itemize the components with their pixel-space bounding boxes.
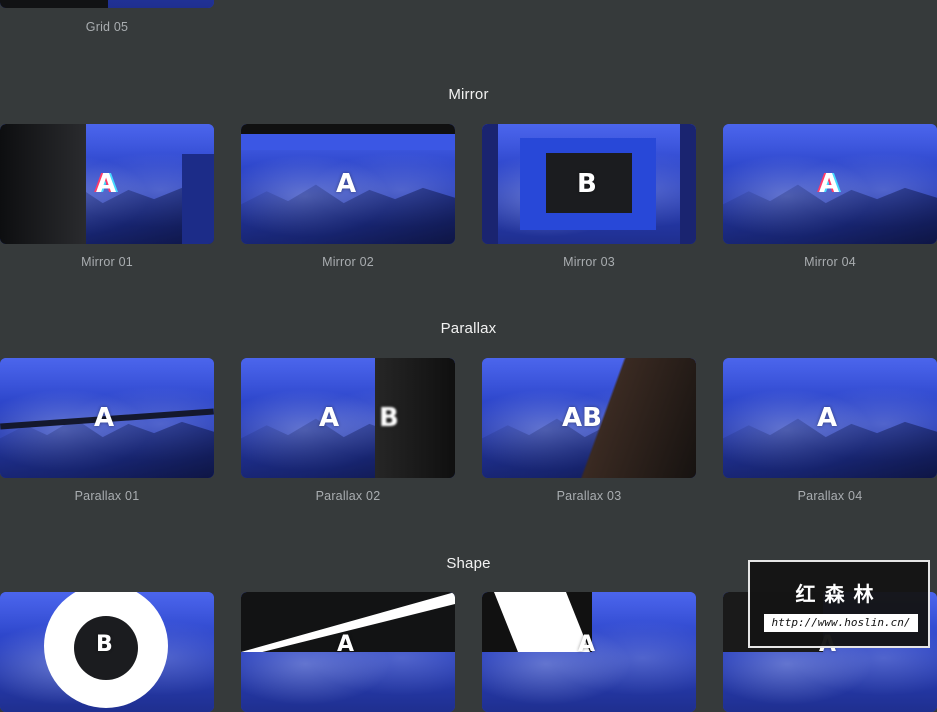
mirror-02-caption: Mirror 02 [322,255,374,269]
transition-letter: A [819,169,840,199]
dark-panel [482,124,498,244]
shape-01-thumbnail[interactable]: B [0,592,214,712]
parallax-04-thumbnail[interactable]: A [723,358,937,478]
watermark-logo: 红森林 http://www.hoslin.cn/ [748,560,930,648]
transition-letter: A [96,169,117,199]
mirror-03-caption: Mirror 03 [563,255,615,269]
mirror-01-caption: Mirror 01 [81,255,133,269]
transition-letter: AB [562,403,602,433]
parallax-02-caption: Parallax 02 [315,489,381,503]
parallax-02-thumbnail[interactable]: A B [241,358,455,478]
shape-03-thumbnail[interactable]: A [482,592,696,712]
mirror-01-thumbnail[interactable]: A [0,124,214,244]
dark-panel [241,134,455,150]
watermark-url: http://www.hoslin.cn/ [764,614,918,632]
dark-panel [0,124,86,244]
transition-letter-secondary: B [379,403,399,433]
mirror-04-thumbnail[interactable]: A [723,124,937,244]
transition-letter: B [96,632,113,657]
parallax-03-caption: Parallax 03 [556,489,622,503]
dark-panel [0,0,108,8]
grid-05-thumbnail[interactable] [0,0,214,8]
parallax-01-thumbnail[interactable]: A [0,358,214,478]
transition-letter: A [817,403,838,433]
grid-05-caption: Grid 05 [85,20,129,34]
dark-panel [680,124,696,244]
dark-panel [241,124,455,134]
transition-letter: B [577,169,597,199]
shape-02-thumbnail[interactable]: A [241,592,455,712]
mirror-03-thumbnail[interactable]: B [482,124,696,244]
dark-panel [182,154,214,244]
transition-letter: A [319,403,340,433]
transition-letter: A [337,632,355,657]
mirror-02-thumbnail[interactable]: A [241,124,455,244]
watermark-title: 红森林 [795,582,883,606]
transition-letter: A [336,169,357,199]
transition-letter: A [578,632,596,657]
parallax-03-thumbnail[interactable]: AB [482,358,696,478]
parallax-04-caption: Parallax 04 [797,489,863,503]
section-title-mirror: Mirror [448,86,489,103]
section-title-parallax: Parallax [440,320,497,337]
mirror-04-caption: Mirror 04 [804,255,856,269]
transition-letter: A [94,403,115,433]
parallax-01-caption: Parallax 01 [74,489,140,503]
